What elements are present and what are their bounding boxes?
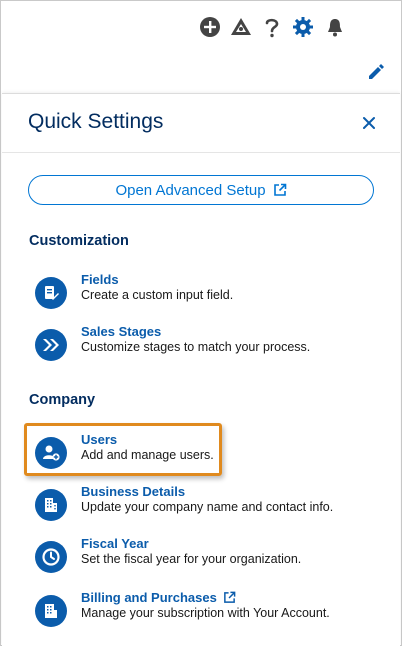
business-details-description: Update your company name and contact inf… <box>81 500 334 514</box>
pencil-edit-icon[interactable] <box>367 63 387 83</box>
fiscal-year-label: Fiscal Year <box>81 536 149 551</box>
quick-setting-fiscal-year[interactable]: Fiscal Year Set the fiscal year for your… <box>34 536 374 580</box>
fiscal-year-description: Set the fiscal year for your organizatio… <box>81 552 302 566</box>
panel-header: Quick Settings <box>2 94 400 153</box>
quick-setting-business-details[interactable]: Business Details Update your company nam… <box>34 484 374 528</box>
fields-icon <box>35 277 67 309</box>
billing-and-purchases-link: Billing and Purchases <box>81 590 236 605</box>
billing-icon <box>35 595 67 627</box>
quick-setting-fields[interactable]: Fields Create a custom input field. <box>34 272 374 316</box>
sales-stages-label: Sales Stages <box>81 324 162 339</box>
sales-stages-description: Customize stages to match your process. <box>81 340 311 354</box>
fields-label: Fields <box>81 272 119 287</box>
help-icon[interactable] <box>260 15 284 39</box>
external-link-icon <box>273 183 286 196</box>
open-advanced-setup-button[interactable]: Open Advanced Setup <box>28 175 374 205</box>
open-advanced-setup-label: Open Advanced Setup <box>115 181 266 199</box>
building-icon <box>35 489 67 521</box>
quick-setting-billing-and-purchases[interactable]: Billing and Purchases Manage your subscr… <box>34 590 374 634</box>
section-title-customization: Customization <box>29 233 129 249</box>
trailhead-icon[interactable] <box>229 15 253 39</box>
panel-title: Quick Settings <box>28 110 164 133</box>
quick-setting-sales-stages[interactable]: Sales Stages Customize stages to match y… <box>34 324 374 368</box>
clock-icon <box>35 541 67 573</box>
fields-description: Create a custom input field. <box>81 288 234 302</box>
sales-stages-icon <box>35 329 67 361</box>
setup-gear-icon[interactable] <box>291 15 315 39</box>
external-link-icon <box>223 591 236 603</box>
users-highlight-box <box>24 423 222 476</box>
section-title-company: Company <box>29 392 96 408</box>
global-header <box>1 1 401 55</box>
notifications-bell-icon[interactable] <box>323 15 347 39</box>
quick-settings-panel: Quick Settings Open Advanced Setup Custo… <box>2 93 400 646</box>
billing-and-purchases-label: Billing and Purchases <box>81 590 217 605</box>
business-details-label: Business Details <box>81 484 186 499</box>
billing-and-purchases-description: Manage your subscription with Your Accou… <box>81 606 330 620</box>
add-icon[interactable] <box>198 15 222 39</box>
close-icon[interactable] <box>359 113 379 133</box>
